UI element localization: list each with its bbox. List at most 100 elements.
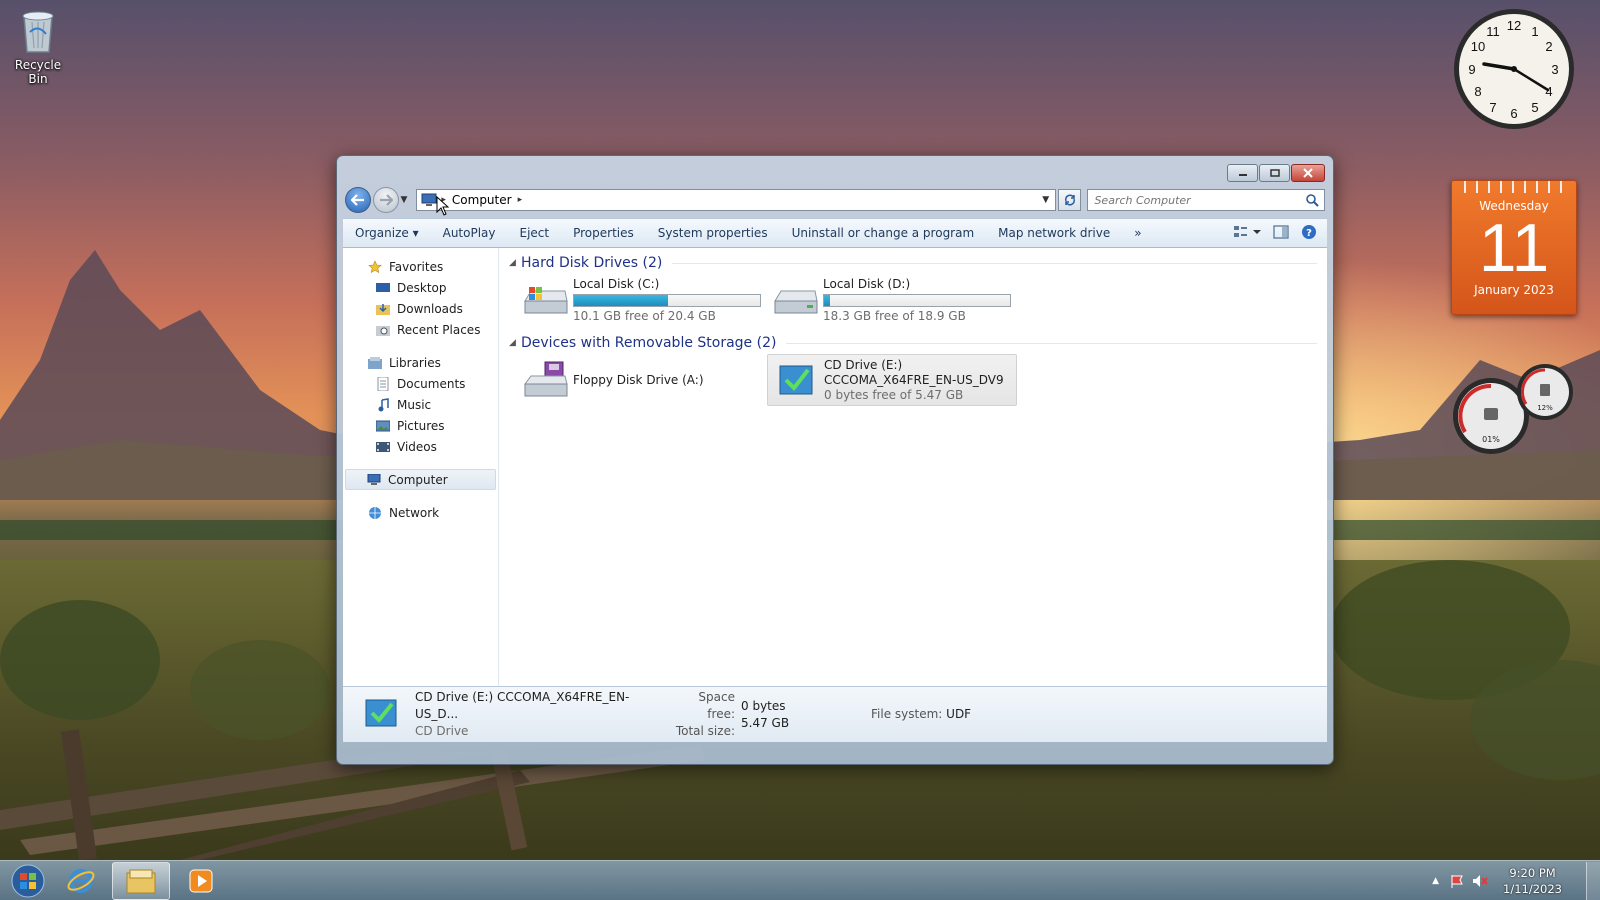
calendar-gadget[interactable]: Wednesday 11 January 2023 [1451,180,1577,315]
computer-icon [366,472,382,488]
space-free-value: 0 bytes [741,698,786,713]
group-header-removable[interactable]: ◢ Devices with Removable Storage (2) [509,332,1317,354]
drive-tile-a[interactable]: Floppy Disk Drive (A:) [517,354,767,406]
sidebar-item-recent-places[interactable]: Recent Places [343,319,498,340]
search-icon[interactable] [1304,192,1320,208]
clock-gadget[interactable]: 12 12 3 4567 8 9 1011 [1451,6,1577,132]
refresh-icon [1064,194,1075,206]
autoplay-button[interactable]: AutoPlay [431,226,508,240]
drive-free-space-c: 10.1 GB free of 20.4 GB [573,308,716,323]
breadcrumb-computer[interactable]: Computer [452,193,512,207]
minimize-button[interactable] [1227,164,1258,182]
recycle-bin-shortcut[interactable]: Recycle Bin [6,8,70,86]
total-size-label: Total size: [675,724,735,738]
svg-text:8: 8 [1474,84,1481,99]
svg-text:6: 6 [1510,106,1517,121]
drive-label-e: CCCOMA_X64FRE_EN-US_DV9 [824,372,1004,387]
sidebar-item-libraries[interactable]: Libraries [343,352,498,373]
sidebar-item-desktop[interactable]: Desktop [343,277,498,298]
collapse-triangle-icon[interactable]: ◢ [509,258,521,268]
eject-button[interactable]: Eject [508,226,562,240]
sidebar-item-downloads[interactable]: Downloads [343,298,498,319]
space-free-label: Space free: [698,690,735,721]
drive-usage-bar-d [823,293,1011,307]
svg-text:12: 12 [1507,18,1521,33]
collapse-triangle-icon[interactable]: ◢ [509,338,521,348]
drive-usage-fill-c [574,294,668,306]
volume-muted-icon[interactable] [1471,873,1489,889]
recent-pages-dropdown[interactable]: ▼ [401,195,413,205]
svg-text:?: ? [1306,228,1312,239]
explorer-window[interactable]: ▼ ▸ Computer ▸ ▼ Organize ▾ AutoPlay Eje… [336,155,1334,765]
help-button[interactable]: ? [1301,224,1317,243]
recycle-bin-icon [22,11,54,53]
videos-icon [375,439,391,455]
drive-free-space-e: 0 bytes free of 5.47 GB [824,387,964,402]
explorer-body: Favorites Desktop Downloads Recent Place… [343,248,1327,686]
sidebar-item-documents[interactable]: Documents [343,373,498,394]
cpu-meter-gadget[interactable]: 01% 12% [1451,362,1577,458]
action-center-flag-icon[interactable] [1449,873,1465,889]
sidebar-item-favorites[interactable]: Favorites [343,256,498,277]
sidebar-item-pictures[interactable]: Pictures [343,415,498,436]
search-input[interactable] [1088,190,1304,210]
drive-tile-d[interactable]: Local Disk (D:) 18.3 GB free of 18.9 GB [767,274,1017,326]
maximize-button[interactable] [1259,164,1290,182]
hard-drive-icon [769,278,821,322]
back-button[interactable] [345,187,371,213]
drive-tile-e[interactable]: CD Drive (E:) CCCOMA_X64FRE_EN-US_DV9 0 … [767,354,1017,406]
taskbar: ▲ 9:20 PM 1/11/2023 [0,860,1600,900]
documents-icon [375,376,391,392]
show-hidden-icons-icon[interactable]: ▲ [1432,876,1439,886]
taskbar-time: 9:20 PM [1509,865,1556,880]
show-desktop-button[interactable] [1586,861,1600,900]
details-title: CD Drive (E:) CCCOMA_X64FRE_EN-US_D... [415,690,630,721]
star-icon [367,259,383,275]
search-box[interactable] [1087,189,1325,211]
sidebar-item-computer[interactable]: Computer [345,469,496,490]
preview-pane-icon [1273,224,1289,239]
cd-drive-icon [363,697,411,732]
window-controls [1227,164,1325,182]
view-options-button[interactable] [1233,225,1261,242]
uninstall-program-button[interactable]: Uninstall or change a program [780,226,987,240]
computer-icon [421,193,437,206]
properties-button[interactable]: Properties [561,226,646,240]
more-commands-button[interactable]: » [1122,226,1153,240]
forward-arrow-icon [379,194,393,206]
taskbar-windows-explorer[interactable] [112,861,170,900]
close-icon [1303,168,1313,178]
group-header-hard-disks[interactable]: ◢ Hard Disk Drives (2) [509,252,1317,274]
svg-text:5: 5 [1531,100,1538,115]
file-system-label: File system: [871,707,943,721]
svg-text:3: 3 [1551,62,1558,77]
address-bar[interactable]: ▸ Computer ▸ ▼ [416,189,1056,211]
recent-places-icon [375,322,391,338]
sidebar-item-network[interactable]: Network [343,502,498,523]
drive-tile-c[interactable]: Local Disk (C:) 10.1 GB free of 20.4 GB [517,274,767,326]
preview-pane-button[interactable] [1273,224,1289,242]
svg-text:10: 10 [1471,39,1485,54]
organize-menu[interactable]: Organize ▾ [343,226,431,240]
forward-button[interactable] [372,187,399,213]
taskbar-media-player[interactable] [172,862,230,900]
taskbar-internet-explorer[interactable] [52,862,110,900]
help-icon: ? [1302,224,1316,239]
breadcrumb-chevron-icon[interactable]: ▸ [518,195,523,205]
sidebar-item-videos[interactable]: Videos [343,436,498,457]
map-network-drive-button[interactable]: Map network drive [986,226,1122,240]
windows-drive-icon [519,278,571,322]
sidebar-item-music[interactable]: Music [343,394,498,415]
drive-free-space-d: 18.3 GB free of 18.9 GB [823,308,966,323]
memory-usage-label: 12% [1537,404,1553,412]
file-system-value: UDF [946,707,972,721]
system-properties-button[interactable]: System properties [646,226,780,240]
mouse-cursor-icon [436,196,450,216]
address-history-dropdown[interactable]: ▼ [1037,195,1055,205]
taskbar-clock[interactable]: 9:20 PM 1/11/2023 [1503,865,1562,897]
start-button[interactable] [6,861,50,900]
refresh-button[interactable] [1057,189,1082,211]
folder-icon [126,869,156,893]
close-button[interactable] [1291,164,1325,182]
calendar-rings [1458,181,1570,193]
